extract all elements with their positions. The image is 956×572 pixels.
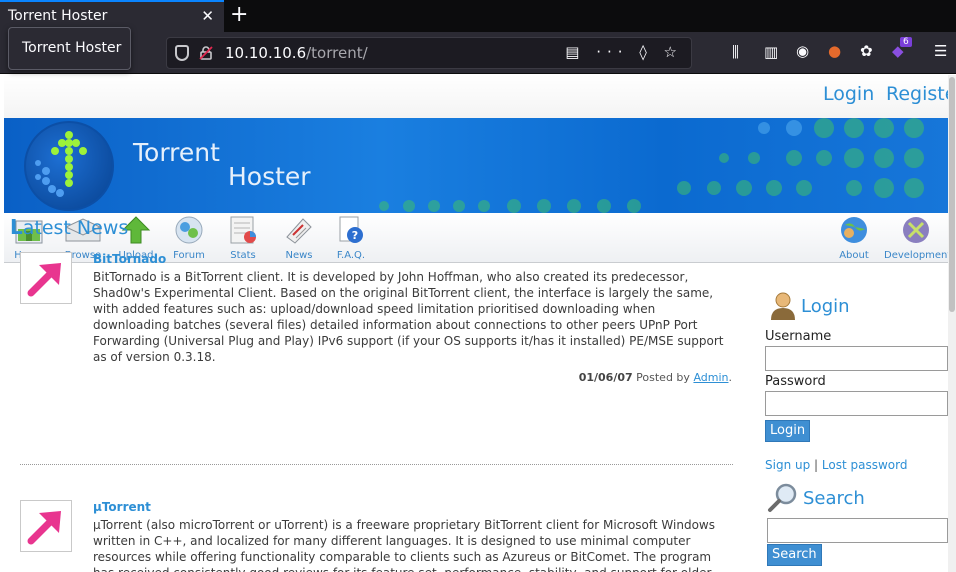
- login-heading: Login: [801, 296, 850, 317]
- news-thumbnail: [20, 500, 72, 552]
- faq-icon: ?: [339, 216, 363, 243]
- site-logo: [24, 121, 114, 211]
- nav-development-label: Development: [884, 250, 952, 261]
- tab-close-icon[interactable]: ✕: [201, 7, 214, 25]
- account-links-separator: |: [814, 458, 819, 472]
- search-heading: Search: [803, 488, 865, 509]
- top-register-link[interactable]: Register: [886, 83, 956, 105]
- news-item-date: 01/06/07: [578, 371, 633, 384]
- magnifier-icon: [768, 483, 797, 512]
- username-label: Username: [765, 329, 832, 344]
- news-thumbnail: [20, 252, 72, 304]
- news-item-body: µTorrent (also microTorrent or uTorrent)…: [93, 518, 715, 572]
- account-icon[interactable]: ◉: [796, 42, 809, 60]
- url-action-icons: ▤ ··· ◊ ☆: [565, 43, 683, 61]
- user-icon: [771, 292, 795, 320]
- top-links-bar: Login Register: [4, 75, 956, 118]
- svg-text:?: ?: [352, 229, 358, 242]
- nav-development[interactable]: Development: [884, 215, 952, 261]
- nav-about[interactable]: About: [834, 215, 874, 261]
- page-scrollbar-thumb[interactable]: [949, 77, 955, 312]
- banner-dot-pattern: [379, 118, 924, 213]
- tab-title: Torrent Hoster: [8, 8, 108, 24]
- account-links: Sign up | Lost password: [765, 458, 907, 472]
- extension-cookie-icon[interactable]: ✿: [860, 42, 873, 60]
- development-icon: [903, 217, 929, 243]
- news-item-title[interactable]: BitTornado: [93, 252, 166, 266]
- news-item: µTorrent µTorrent (also microTorrent or …: [20, 500, 732, 572]
- url-host: 10.10.10.6: [225, 44, 307, 62]
- sidebar-toggle-icon[interactable]: ▥: [764, 43, 778, 61]
- extension-badge: 6: [900, 37, 912, 47]
- reader-view-icon[interactable]: ▤: [565, 43, 585, 61]
- menu-icon[interactable]: ☰: [934, 42, 947, 60]
- top-login-link[interactable]: Login: [823, 83, 874, 105]
- login-button[interactable]: Login: [765, 420, 811, 442]
- latest-news-heading: Latest News: [10, 215, 128, 239]
- url-path: /torrent/: [306, 44, 368, 62]
- search-input[interactable]: [767, 518, 948, 543]
- username-input[interactable]: [765, 346, 948, 371]
- tracking-shield-icon[interactable]: [175, 45, 189, 61]
- news-separator: [20, 464, 733, 465]
- library-icon[interactable]: ⫼: [732, 43, 739, 61]
- arrow-up-right-icon: [27, 511, 61, 545]
- password-label: Password: [765, 374, 826, 389]
- page-actions-icon[interactable]: ···: [596, 43, 628, 61]
- bookmark-star-icon[interactable]: ☆: [664, 43, 683, 61]
- web-page: Login Register: [0, 75, 956, 572]
- page-scrollbar[interactable]: [948, 75, 956, 572]
- news-item: BitTornado BitTornado is a BitTorrent cl…: [20, 252, 732, 412]
- news-item-title[interactable]: µTorrent: [93, 500, 151, 514]
- banner-title-line2: Hoster: [228, 162, 311, 191]
- extension-fox-icon[interactable]: ●: [828, 42, 841, 60]
- insecure-lock-icon[interactable]: [199, 46, 213, 60]
- latest-news-heading-initial: L: [10, 215, 23, 239]
- lost-password-link[interactable]: Lost password: [822, 458, 908, 472]
- site-banner: Torrent Hoster: [4, 118, 948, 213]
- banner-title-line1: Torrent: [133, 138, 220, 167]
- search-button[interactable]: Search: [767, 544, 822, 566]
- browser-tab-bar: Torrent Hoster ✕ +: [0, 0, 956, 32]
- logo-arrow-icon: [35, 131, 87, 197]
- forum-icon: [175, 216, 203, 244]
- url-text[interactable]: 10.10.10.6/torrent/: [225, 44, 368, 62]
- news-item-posted-by: Posted by: [636, 371, 690, 384]
- signup-link[interactable]: Sign up: [765, 458, 810, 472]
- pocket-icon[interactable]: ◊: [639, 43, 652, 61]
- arrow-up-right-icon: [27, 263, 61, 297]
- news-item-body: BitTornado is a BitTorrent client. It is…: [93, 270, 724, 364]
- about-icon: [841, 217, 867, 243]
- password-input[interactable]: [765, 391, 948, 416]
- tab-tooltip: Torrent Hoster: [8, 27, 131, 70]
- new-tab-icon[interactable]: +: [230, 2, 248, 27]
- news-item-author-link[interactable]: Admin: [693, 371, 728, 384]
- news-item-meta: 01/06/07 Posted by Admin.: [578, 371, 732, 384]
- browser-nav-bar: 10.10.10.6/torrent/ ▤ ··· ◊ ☆ ⫼ ▥ ◉ ● ✿ …: [0, 32, 956, 74]
- news-icon: [286, 218, 312, 244]
- stats-icon: [230, 216, 256, 244]
- nav-about-label: About: [839, 250, 869, 261]
- url-bar[interactable]: 10.10.10.6/torrent/ ▤ ··· ◊ ☆: [166, 37, 692, 69]
- latest-news-heading-rest: atest News: [22, 217, 129, 239]
